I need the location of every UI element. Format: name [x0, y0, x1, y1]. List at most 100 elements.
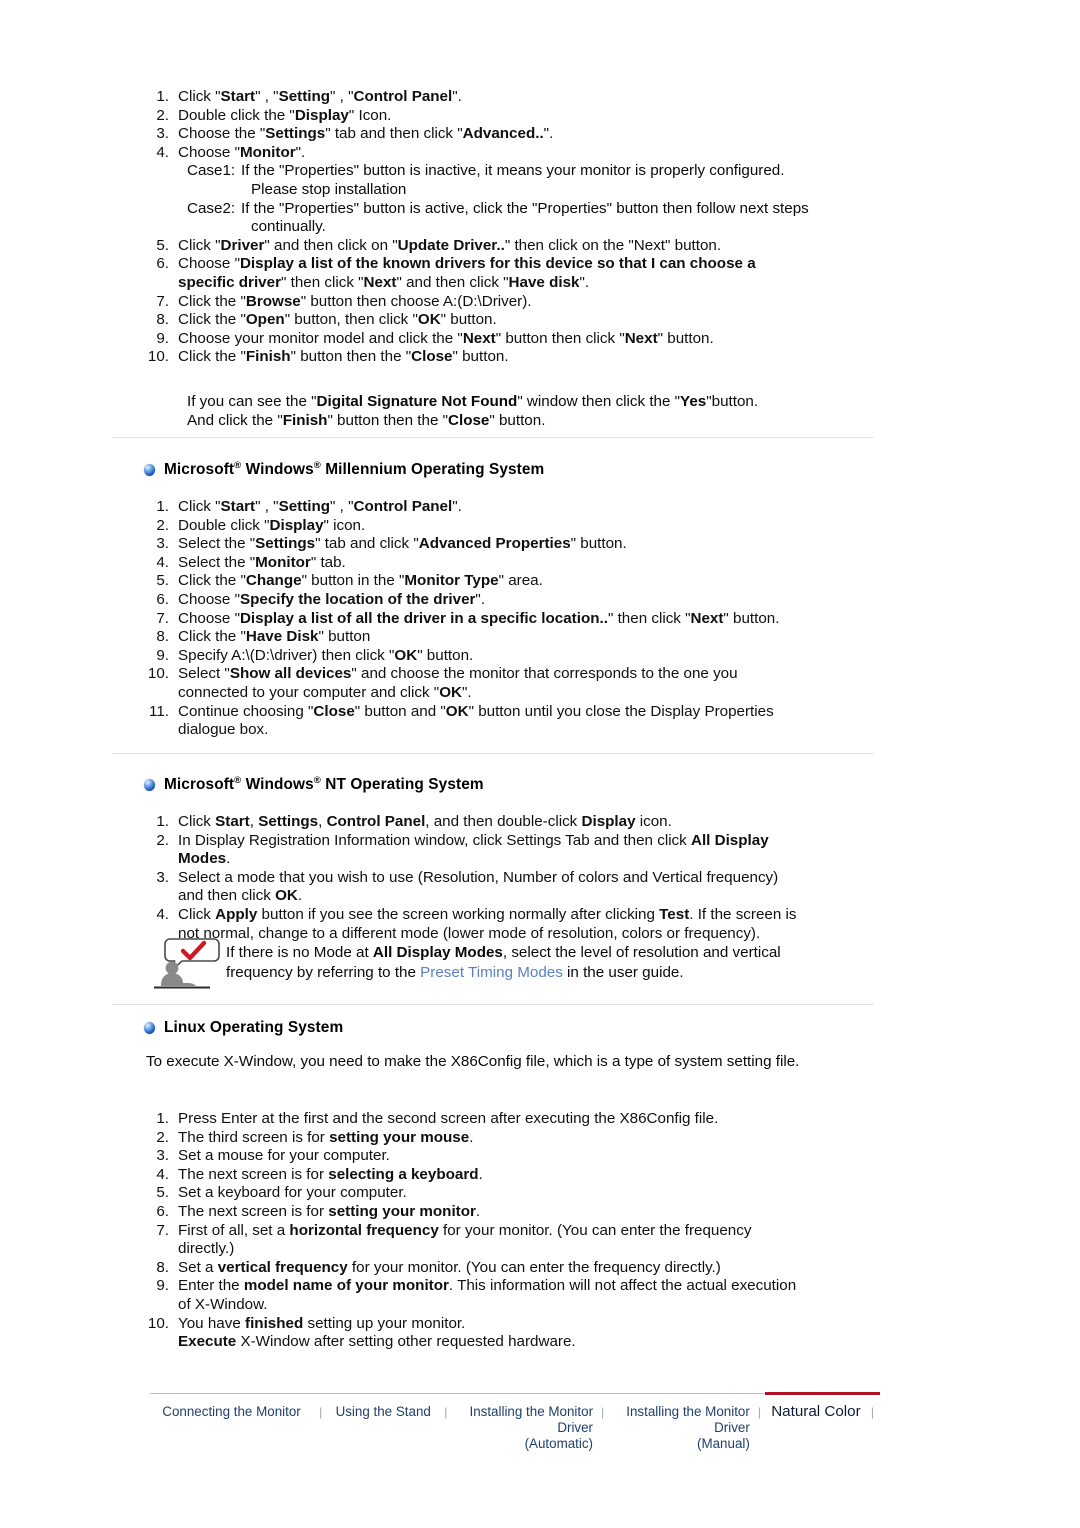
step-number: 4.	[156, 553, 169, 571]
list-item: 4. Select the "Monitor" tab.	[146, 554, 886, 573]
step-number: 1.	[156, 813, 169, 830]
list-item: 4. The next screen is for selecting a ke…	[146, 1166, 886, 1185]
list-item: 2. Double click "Display" icon.	[146, 517, 886, 536]
step-number: 3.	[156, 125, 169, 143]
step-number: 8.	[156, 1258, 169, 1276]
step-text: Click the "Finish" button then the "Clos…	[178, 348, 509, 366]
step-number: 6.	[156, 590, 169, 608]
tip-line1-bold: All Display Modes	[372, 944, 503, 961]
step-number: 9.	[156, 646, 169, 664]
step-text: Click the "Open" button, then click "OK"…	[178, 311, 497, 329]
step-text: Click "Start" , "Setting" , "Control Pan…	[178, 498, 462, 515]
step-number: 7.	[156, 1221, 169, 1239]
list-item: 7. Choose "Display a list of all the dri…	[146, 610, 886, 629]
list-item: 8. Click the "Open" button, then click "…	[146, 311, 886, 330]
case2-continuation: continually.	[251, 218, 326, 236]
step-number: 9.	[156, 329, 169, 347]
windows2000-step-list-part1: 1. Click "Start" , "Setting" , "Control …	[146, 88, 886, 162]
list-item: 2. In Display Registration Information w…	[146, 832, 886, 869]
step-text: Select the "Settings" tab and click "Adv…	[178, 535, 627, 553]
step-number: 1.	[156, 498, 169, 515]
list-item: 2. Double click the "Display" Icon.	[146, 107, 886, 126]
step-number: 2.	[156, 1128, 169, 1146]
tip-line-1: If there is no Mode at All Display Modes…	[226, 943, 880, 963]
section-divider	[112, 437, 874, 438]
step-number: 3.	[156, 1147, 169, 1165]
step-number: 2.	[156, 106, 169, 124]
step-number: 6.	[156, 255, 169, 273]
list-item: 3. Choose the "Settings" tab and then cl…	[146, 125, 886, 144]
step-number: 8.	[156, 311, 169, 329]
heading-text: Linux Operating System	[164, 1019, 344, 1036]
list-item: 9. Enter the model name of your monitor.…	[146, 1277, 886, 1314]
heading-windows-millennium: Microsoft® Windows® Millennium Operating…	[144, 461, 544, 479]
step-text: Select the "Monitor" tab.	[178, 553, 346, 571]
step-text: Continue choosing "Close" button and "OK…	[178, 702, 774, 739]
preset-timing-modes-link[interactable]: Preset Timing Modes	[420, 964, 563, 981]
document-page: 1. Click "Start" , "Setting" , "Control …	[0, 0, 1080, 1528]
step-text: Click the "Browse" button then choose A:…	[178, 292, 532, 310]
list-item: 1. Press Enter at the first and the seco…	[146, 1110, 886, 1129]
linux-intro-paragraph: To execute X-Window, you need to make th…	[146, 1053, 800, 1070]
list-item: 1. Click "Start" , "Setting" , "Control …	[146, 88, 886, 107]
step-number: 3.	[156, 535, 169, 553]
step-number: 5.	[156, 236, 169, 254]
footer-nav-items: Connecting the Monitor | Using the Stand…	[150, 1404, 880, 1452]
footer-navigation: Connecting the Monitor | Using the Stand…	[150, 1392, 880, 1452]
step-number: 8.	[156, 628, 169, 646]
tip-line1-pre: If there is no Mode at	[226, 944, 373, 961]
millennium-step-list: 1. Click "Start" , "Setting" , "Control …	[146, 498, 886, 740]
windows2000-steps-block: 1. Click "Start" , "Setting" , "Control …	[146, 88, 886, 430]
step-number: 4.	[156, 1165, 169, 1183]
footer-link-natural-color[interactable]: Natural Color	[767, 1404, 865, 1420]
list-item: 5. Click "Driver" and then click on "Upd…	[146, 237, 886, 256]
list-item: 1. Click "Start" , "Setting" , "Control …	[146, 498, 886, 517]
blue-orb-bullet-icon	[144, 779, 155, 791]
heading-linux: Linux Operating System	[144, 1019, 343, 1037]
step-text: Click Start, Settings, Control Panel, an…	[178, 813, 672, 830]
list-item: 6. Choose "Display a list of the known d…	[146, 255, 886, 292]
case2-line: Case2: If the "Properties" button is act…	[146, 200, 886, 219]
step-number: 10.	[147, 348, 169, 366]
footer-link-connecting-the-monitor[interactable]: Connecting the Monitor	[150, 1404, 313, 1420]
list-item: 9. Specify A:\(D:\driver) then click "OK…	[146, 647, 886, 666]
list-item: 5. Set a keyboard for your computer.	[146, 1184, 886, 1203]
tip-line-2: frequency by referring to the Preset Tim…	[226, 963, 880, 983]
step-text: Set a vertical frequency for your monito…	[178, 1258, 721, 1276]
step-text: Click the "Have Disk" button	[178, 628, 371, 646]
footer-link-installing-driver-automatic[interactable]: Installing the Monitor Driver (Automatic…	[453, 1404, 595, 1452]
linux-step-list: 1. Press Enter at the first and the seco…	[146, 1110, 886, 1352]
footer-separator: |	[757, 1405, 761, 1419]
list-item: 2. The third screen is for setting your …	[146, 1129, 886, 1148]
footer-rule-grey	[150, 1393, 765, 1394]
digital-signature-note-line1: If you can see the "Digital Signature No…	[187, 392, 759, 410]
list-item: 10. Click the "Finish" button then the "…	[146, 348, 886, 367]
step-text: In Display Registration Information wind…	[178, 831, 769, 868]
step-text: Double click the "Display" Icon.	[178, 106, 392, 124]
step-text: Press Enter at the first and the second …	[178, 1110, 719, 1127]
list-item: 1. Click Start, Settings, Control Panel,…	[146, 813, 886, 832]
list-item: 3. Select the "Settings" tab and click "…	[146, 535, 886, 554]
step-text: The next screen is for selecting a keybo…	[178, 1165, 483, 1183]
footer-separator: |	[319, 1405, 323, 1419]
step-text: Click "Driver" and then click on "Update…	[178, 236, 722, 254]
step-number: 1.	[156, 1110, 169, 1127]
step-number: 9.	[156, 1277, 169, 1295]
footer-separator: |	[601, 1405, 605, 1419]
footer-link-installing-driver-manual[interactable]: Installing the Monitor Driver (Manual)	[610, 1404, 752, 1452]
step-text: Choose "Display a list of all the driver…	[178, 609, 780, 627]
step-number: 7.	[156, 609, 169, 627]
step-text: Choose "Specify the location of the driv…	[178, 590, 486, 608]
blue-orb-bullet-icon	[144, 1022, 155, 1034]
heading-text: Microsoft® Windows® NT Operating System	[164, 774, 484, 793]
footer-link-using-the-stand[interactable]: Using the Stand	[328, 1404, 438, 1420]
case1-continuation: Please stop installation	[251, 180, 407, 198]
list-item: 5. Click the "Change" button in the "Mon…	[146, 572, 886, 591]
heading-text: Microsoft® Windows® Millennium Operating…	[164, 459, 545, 478]
list-item: 9. Choose your monitor model and click t…	[146, 330, 886, 349]
step-number: 5.	[156, 1184, 169, 1202]
list-item: 11. Continue choosing "Close" button and…	[146, 703, 886, 740]
step-text: First of all, set a horizontal frequency…	[178, 1221, 752, 1258]
step-number: 10.	[147, 1314, 169, 1332]
tip-line1-post: , select the level of resolution and ver…	[502, 944, 781, 961]
